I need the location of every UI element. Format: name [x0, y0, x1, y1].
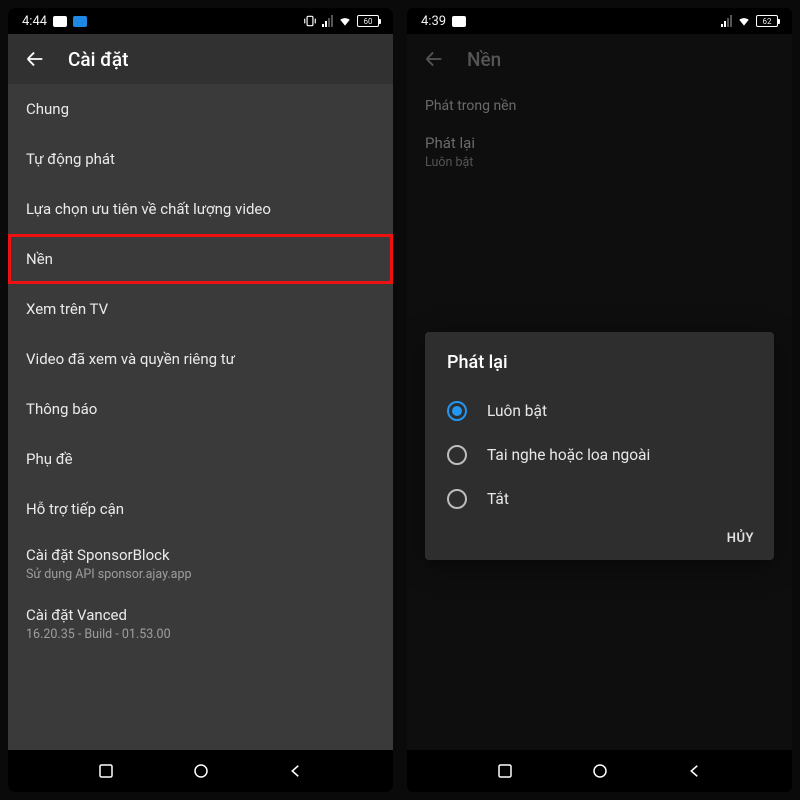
app-bar: Cài đặt	[8, 34, 393, 84]
recents-button[interactable]	[97, 762, 115, 780]
vibrate-icon	[303, 14, 317, 28]
setting-item[interactable]: Phụ đề	[8, 434, 393, 484]
setting-item[interactable]: Nền	[8, 234, 393, 284]
setting-label: Video đã xem và quyền riêng tư	[26, 350, 375, 368]
app-bar: Nền	[407, 34, 792, 84]
phone-screenshot-right: 4:39 62 Nền Phát trong nền Phát lại Luôn…	[407, 8, 792, 792]
radio-option[interactable]: Luôn bật	[447, 389, 768, 433]
page-title: Nền	[467, 48, 501, 71]
nav-back-button[interactable]	[686, 762, 704, 780]
setting-label: Cài đặt SponsorBlock	[26, 546, 375, 564]
dialog-title: Phát lại	[447, 352, 768, 373]
home-button[interactable]	[192, 762, 210, 780]
radio-icon	[447, 445, 467, 465]
setting-item[interactable]: Lựa chọn ưu tiên về chất lượng video	[8, 184, 393, 234]
signal-icon	[721, 15, 732, 27]
setting-label: Nền	[26, 250, 375, 268]
setting-value: Luôn bật	[425, 155, 774, 170]
setting-label: Phụ đề	[26, 450, 375, 468]
setting-subtitle: Sử dụng API sponsor.ajay.app	[26, 567, 375, 582]
setting-label: Xem trên TV	[26, 300, 375, 318]
setting-label: Chung	[26, 100, 375, 118]
app-notification-icon	[73, 16, 87, 27]
wifi-icon	[737, 14, 751, 28]
radio-icon	[447, 489, 467, 509]
playback-dialog: Phát lại Luôn bật Tai nghe hoặc loa ngoài…	[425, 332, 774, 560]
radio-option[interactable]: Tắt	[447, 477, 768, 521]
battery-icon: 60	[357, 15, 379, 27]
setting-label: Cài đặt Vanced	[26, 606, 375, 624]
setting-item[interactable]: Thông báo	[8, 384, 393, 434]
page-title: Cài đặt	[68, 48, 128, 71]
android-nav-bar	[407, 750, 792, 792]
nav-back-button[interactable]	[287, 762, 305, 780]
setting-item[interactable]: Cài đặt SponsorBlock Sử dụng API sponsor.…	[8, 534, 393, 594]
android-nav-bar	[8, 750, 393, 792]
setting-subtitle: 16.20.35 - Build - 01.53.00	[26, 627, 375, 642]
settings-list[interactable]: Chung Tự động phát Lựa chọn ưu tiên về chấ…	[8, 84, 393, 750]
setting-label: Hỗ trợ tiếp cận	[26, 500, 375, 518]
setting-item[interactable]: Tự động phát	[8, 134, 393, 184]
setting-label: Phát lại	[425, 134, 774, 152]
status-time: 4:44	[22, 14, 47, 29]
notification-icon	[53, 16, 67, 27]
setting-label: Thông báo	[26, 400, 375, 418]
setting-item[interactable]: Video đã xem và quyền riêng tư	[8, 334, 393, 384]
battery-icon: 62	[756, 15, 778, 27]
recents-button[interactable]	[496, 762, 514, 780]
radio-label: Luôn bật	[487, 402, 547, 420]
setting-label: Tự động phát	[26, 150, 375, 168]
playback-setting[interactable]: Phát lại Luôn bật	[407, 122, 792, 182]
section-header: Phát trong nền	[407, 84, 792, 122]
back-button[interactable]	[423, 48, 445, 70]
status-bar: 4:39 62	[407, 8, 792, 34]
radio-icon	[447, 401, 467, 421]
cancel-button[interactable]: HỦY	[727, 531, 754, 546]
status-time: 4:39	[421, 14, 446, 29]
setting-item[interactable]: Hỗ trợ tiếp cận	[8, 484, 393, 534]
signal-icon	[322, 15, 333, 27]
setting-item[interactable]: Chung	[8, 84, 393, 134]
setting-item[interactable]: Xem trên TV	[8, 284, 393, 334]
status-bar: 4:44 60	[8, 8, 393, 34]
notification-icon	[452, 16, 466, 27]
radio-label: Tắt	[487, 490, 509, 508]
background-settings: Phát trong nền Phát lại Luôn bật Phát lạ…	[407, 84, 792, 750]
home-button[interactable]	[591, 762, 609, 780]
radio-label: Tai nghe hoặc loa ngoài	[487, 446, 650, 464]
setting-label: Lựa chọn ưu tiên về chất lượng video	[26, 200, 375, 218]
setting-item[interactable]: Cài đặt Vanced 16.20.35 - Build - 01.53.0…	[8, 594, 393, 654]
back-button[interactable]	[24, 48, 46, 70]
wifi-icon	[338, 14, 352, 28]
phone-screenshot-left: 4:44 60 Cài đặt Chung Tự động phát Lựa chọ…	[8, 8, 393, 792]
radio-option[interactable]: Tai nghe hoặc loa ngoài	[447, 433, 768, 477]
